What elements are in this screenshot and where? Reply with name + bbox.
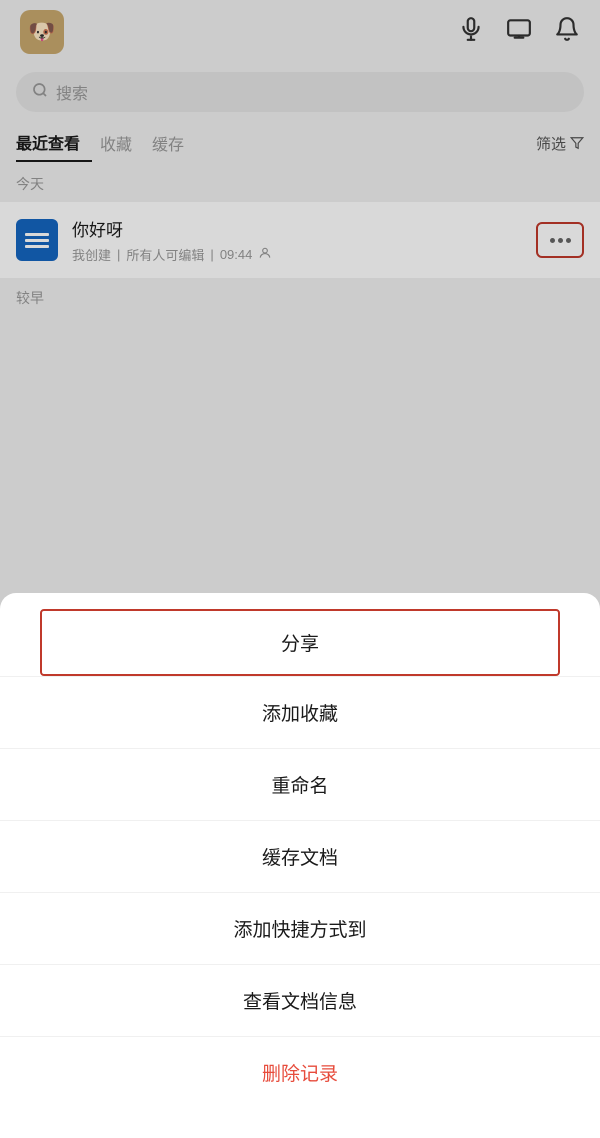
menu-item-add-favorite[interactable]: 添加收藏 — [0, 677, 600, 749]
menu-item-delete[interactable]: 删除记录 — [0, 1037, 600, 1108]
menu-item-view-info[interactable]: 查看文档信息 — [0, 965, 600, 1037]
menu-item-add-shortcut[interactable]: 添加快捷方式到 — [0, 893, 600, 965]
bottom-sheet: 分享 添加收藏 重命名 缓存文档 添加快捷方式到 查看文档信息 删除记录 — [0, 593, 600, 1138]
menu-item-share[interactable]: 分享 — [40, 609, 560, 676]
menu-item-cache-doc[interactable]: 缓存文档 — [0, 821, 600, 893]
menu-item-rename[interactable]: 重命名 — [0, 749, 600, 821]
